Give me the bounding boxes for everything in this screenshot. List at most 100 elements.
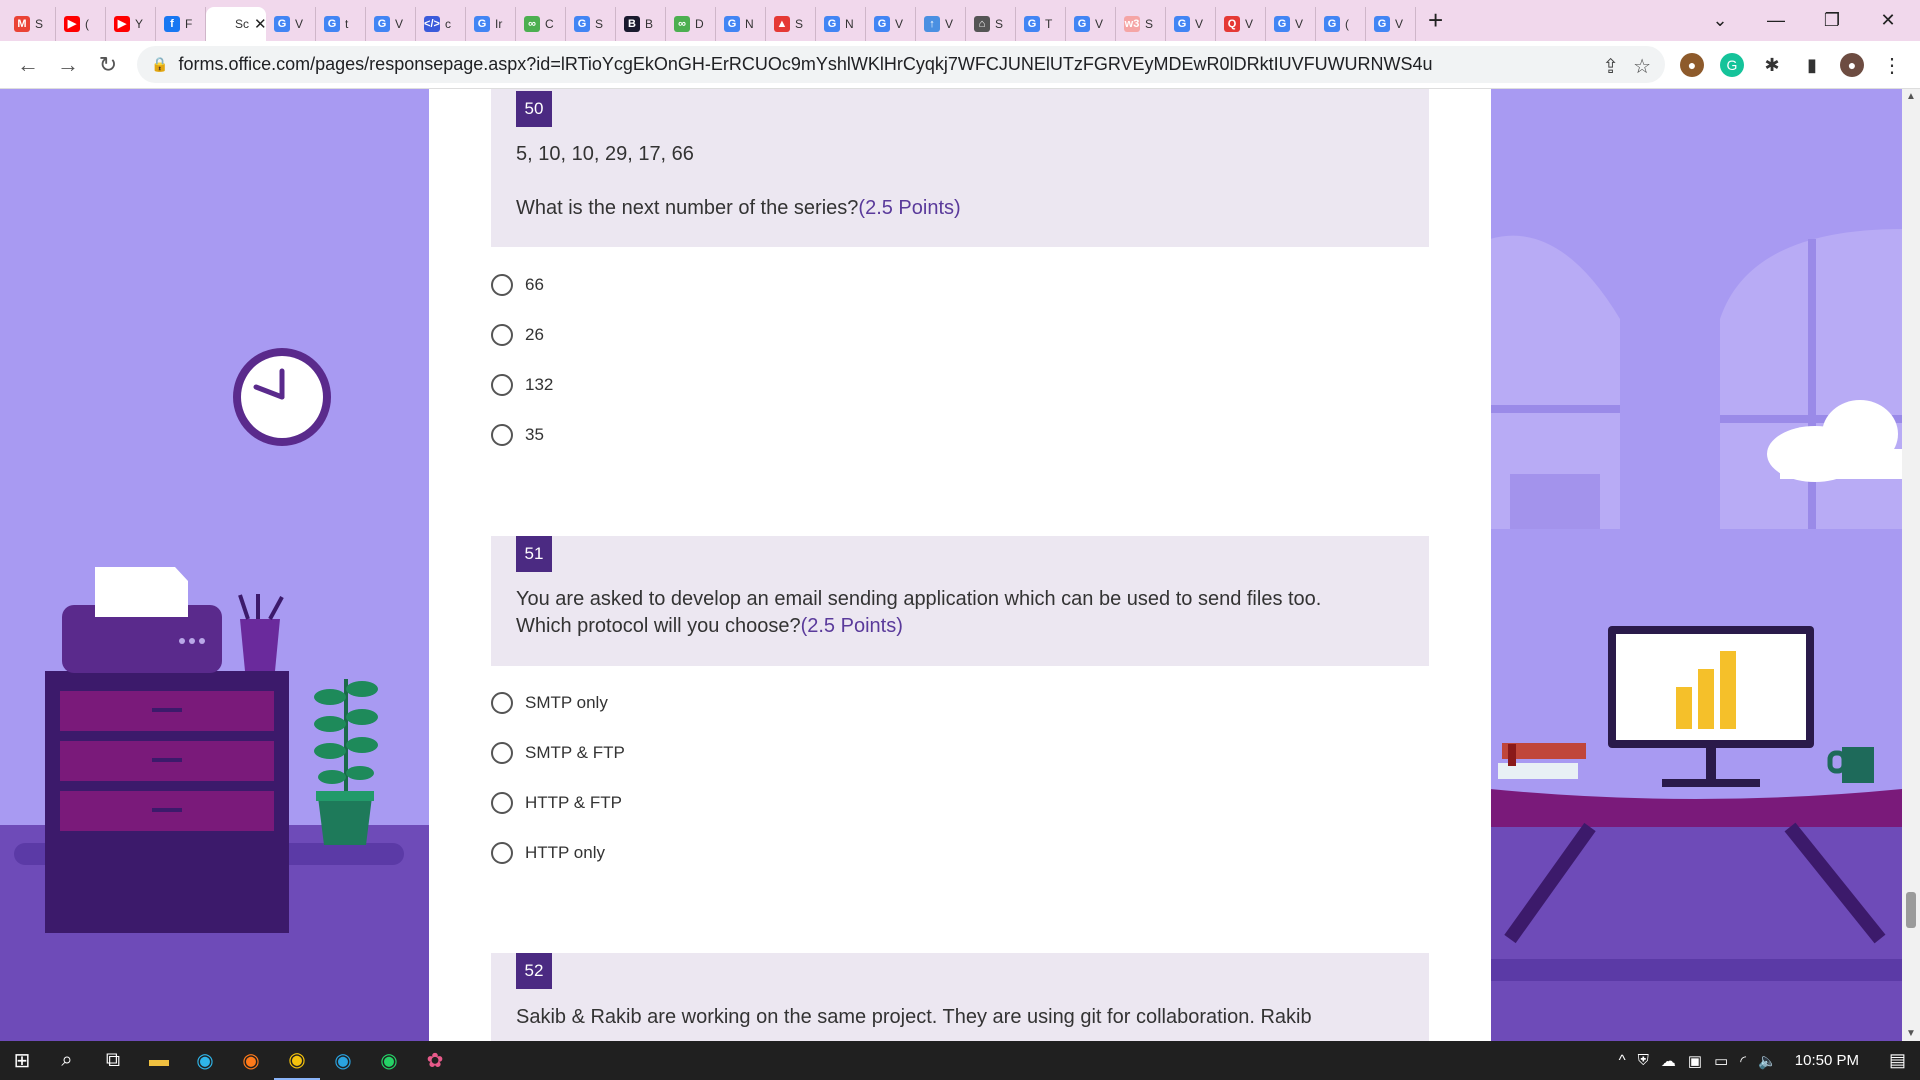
windows-start-icon[interactable]: ⊞ (0, 1041, 44, 1080)
grammarly-extension-icon[interactable]: G (1720, 53, 1744, 77)
office-illustration-right (1490, 229, 1902, 981)
option-label: 35 (525, 425, 544, 444)
browser-tab[interactable]: Sc ✕ (206, 6, 266, 41)
answer-option[interactable]: HTTP only (491, 842, 605, 864)
browser-tab[interactable]: GV (1366, 6, 1416, 41)
question-prompt-line: Which protocol will you choose? (516, 615, 801, 637)
scroll-up-icon[interactable]: ▲ (1906, 91, 1916, 102)
browser-tab[interactable]: ▶( (56, 6, 106, 41)
browser-tab[interactable]: ⌂ S (966, 6, 1016, 41)
back-icon[interactable]: ← (8, 45, 48, 85)
favicon-icon: ∞ (674, 15, 690, 32)
answer-option[interactable]: SMTP & FTP (491, 742, 625, 764)
radio-button[interactable] (491, 692, 513, 714)
answer-option[interactable]: 132 (491, 374, 553, 396)
forward-icon[interactable]: → (48, 45, 88, 85)
monitor-icon (1608, 626, 1814, 787)
radio-button[interactable] (491, 792, 513, 814)
desk-icon (1490, 789, 1902, 981)
task-view-icon[interactable]: ⧉ (90, 1041, 136, 1080)
share-icon[interactable]: ⇪ (1602, 54, 1619, 79)
profile-avatar[interactable]: ● (1840, 53, 1864, 77)
app-icon[interactable]: ✿ (412, 1041, 458, 1080)
browser-tab[interactable]: fF (156, 6, 206, 41)
answer-option[interactable]: 26 (491, 324, 544, 346)
browser-tab[interactable]: w3 S (1116, 6, 1166, 41)
whatsapp-icon[interactable]: ◉ (366, 1041, 412, 1080)
answer-option[interactable]: SMTP only (491, 692, 608, 714)
wifi-icon[interactable]: ◜ (1740, 1052, 1746, 1070)
browser-tab[interactable]: GS (566, 6, 616, 41)
notification-icon[interactable]: ▤ (1889, 1050, 1906, 1071)
tab-close-icon[interactable]: ✕ (254, 15, 266, 33)
reload-icon[interactable]: ↻ (88, 45, 128, 85)
cookie-extension-icon[interactable]: ● (1680, 53, 1704, 77)
tab-title: c (445, 16, 451, 31)
radio-button[interactable] (491, 842, 513, 864)
chrome-icon[interactable]: ◉ (274, 1041, 320, 1080)
edge-icon[interactable]: ◉ (182, 1041, 228, 1080)
clock-time[interactable]: 10:50 PM (1795, 1052, 1859, 1069)
maximize-button[interactable]: ❐ (1804, 0, 1860, 41)
browser-tab[interactable]: GV (366, 6, 416, 41)
browser-tab[interactable]: G( (1316, 6, 1366, 41)
new-tab-button[interactable]: + (1428, 5, 1458, 36)
tab-title: V (1245, 16, 1254, 31)
browser-tab[interactable]: GN (816, 6, 866, 41)
browser-tab[interactable]: BB (616, 6, 666, 41)
favicon-icon: ⌂ (974, 15, 990, 32)
browser-tab[interactable]: ▲ S (766, 6, 816, 41)
browser-tab[interactable]: GV (866, 6, 916, 41)
firefox-icon[interactable]: ◉ (228, 1041, 274, 1080)
answer-option[interactable]: 35 (491, 424, 544, 446)
browser-tab[interactable]: GV (266, 6, 316, 41)
browser-tab[interactable]: QV (1216, 6, 1266, 41)
security-icon[interactable]: ⛨ (1638, 1052, 1649, 1069)
radio-button[interactable] (491, 274, 513, 296)
browser-tab[interactable]: </> c (416, 6, 466, 41)
page-scrollbar[interactable]: ▲ ▼ (1902, 89, 1920, 1041)
tab-title: t (345, 16, 349, 31)
browser-tab[interactable]: GV (1066, 6, 1116, 41)
browser-tab[interactable]: ∞ D (666, 6, 716, 41)
battery-icon[interactable]: ▭ (1714, 1052, 1728, 1070)
browser-tab[interactable]: ▶ Y (106, 6, 156, 41)
telegram-icon[interactable]: ◉ (320, 1041, 366, 1080)
browser-tab[interactable]: MS (6, 6, 56, 41)
url-field[interactable]: 🔒 forms.office.com/pages/responsepage.as… (137, 46, 1665, 83)
question-series: 5, 10, 10, 29, 17, 66 (516, 143, 694, 165)
browser-tab[interactable]: GV (1266, 6, 1316, 41)
answer-option[interactable]: HTTP & FTP (491, 792, 622, 814)
radio-button[interactable] (491, 324, 513, 346)
extensions-puzzle-icon[interactable]: ✱ (1760, 53, 1784, 77)
browser-menu-icon[interactable]: ⋮ (1880, 53, 1904, 77)
answer-option[interactable]: 66 (491, 274, 544, 296)
browser-tab[interactable]: GT (1016, 6, 1066, 41)
radio-button[interactable] (491, 374, 513, 396)
volume-icon[interactable]: 🔈 (1758, 1052, 1777, 1070)
onedrive-icon[interactable]: ☁ (1661, 1052, 1676, 1070)
side-panel-icon[interactable]: ▮ (1800, 53, 1824, 77)
browser-tab[interactable]: G Ir (466, 6, 516, 41)
lock-icon: 🔒 (151, 56, 169, 72)
tab-title: S (795, 16, 804, 31)
meet-now-icon[interactable]: ▣ (1688, 1052, 1702, 1070)
scrollbar-thumb[interactable] (1906, 892, 1916, 928)
file-explorer-icon[interactable]: ▬ (136, 1041, 182, 1080)
search-icon[interactable]: ⌕ (44, 1041, 90, 1080)
tab-search-icon[interactable]: ⌄ (1692, 0, 1748, 41)
radio-button[interactable] (491, 742, 513, 764)
browser-tab[interactable]: ↑ V (916, 6, 966, 41)
question-number-badge: 50 (516, 91, 552, 127)
tray-chevron-icon[interactable]: ^ (1619, 1052, 1626, 1069)
browser-tab[interactable]: Gt (316, 6, 366, 41)
scroll-down-icon[interactable]: ▼ (1906, 1028, 1916, 1039)
browser-tab[interactable]: GV (1166, 6, 1216, 41)
browser-tab[interactable]: GN (716, 6, 766, 41)
tab-title: T (1045, 16, 1053, 31)
browser-tab[interactable]: ∞ C (516, 6, 566, 41)
bookmark-star-icon[interactable]: ☆ (1633, 54, 1651, 79)
close-window-button[interactable]: ✕ (1860, 0, 1916, 41)
radio-button[interactable] (491, 424, 513, 446)
minimize-button[interactable]: — (1748, 0, 1804, 41)
